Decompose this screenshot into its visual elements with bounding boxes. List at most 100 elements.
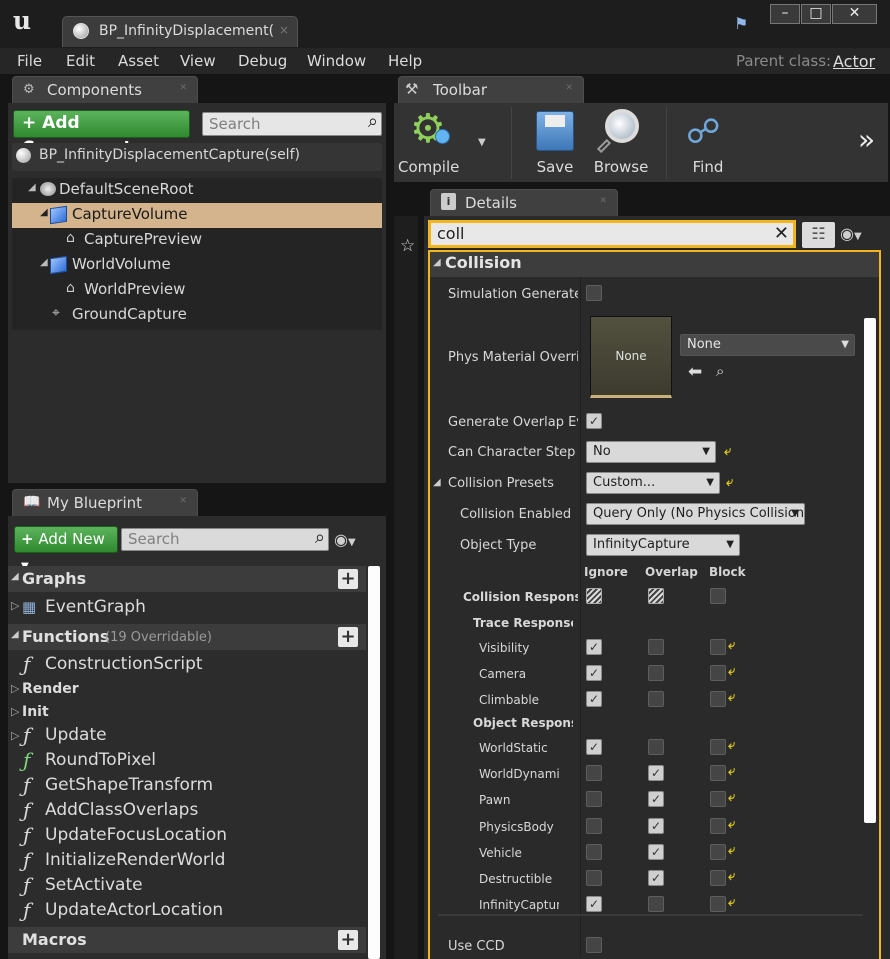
- compile-options-chevron-icon[interactable]: ▼: [478, 137, 486, 148]
- document-tab-close-icon[interactable]: ×: [279, 23, 289, 37]
- response-block-checkbox[interactable]: [710, 639, 726, 655]
- response-overlap-checkbox[interactable]: ✓: [648, 843, 664, 860]
- response-ignore-checkbox[interactable]: ✓: [586, 896, 602, 913]
- add-new-button[interactable]: + Add New ▼: [14, 526, 118, 572]
- blueprint-scrollbar[interactable]: [368, 566, 380, 959]
- response-block-checkbox[interactable]: [710, 843, 726, 860]
- tree-item-capturepreview[interactable]: ⌂ CapturePreview: [12, 228, 382, 253]
- response-ignore-checkbox[interactable]: [586, 765, 602, 782]
- tab-details[interactable]: i Details ✕: [430, 189, 618, 217]
- function-item[interactable]: ƒ ConstructionScript: [8, 652, 366, 677]
- minimize-button[interactable]: –: [770, 4, 800, 24]
- response-block-checkbox[interactable]: [710, 691, 726, 707]
- reset-to-default-icon[interactable]: ⤶: [728, 690, 735, 705]
- tree-item-worldpreview[interactable]: ⌂ WorldPreview: [12, 278, 382, 303]
- parent-class-link[interactable]: Actor: [833, 52, 875, 71]
- self-row[interactable]: BP_InfinityDisplacementCapture(self): [12, 143, 382, 171]
- reset-to-default-icon[interactable]: ⤶: [728, 664, 735, 679]
- function-item[interactable]: ƒ AddClassOverlaps: [8, 798, 366, 823]
- reset-to-default-icon[interactable]: ⤶: [728, 817, 735, 832]
- response-ignore-checkbox[interactable]: ✓: [586, 639, 602, 655]
- response-block-checkbox[interactable]: [710, 896, 726, 913]
- function-item[interactable]: ƒ SetActivate: [8, 873, 366, 898]
- tab-components[interactable]: ⚙ Components ✕: [12, 76, 198, 104]
- add-function-button[interactable]: +: [338, 627, 358, 647]
- response-block-checkbox[interactable]: [710, 870, 726, 886]
- expand-arrow-icon[interactable]: ◢: [28, 182, 36, 193]
- reset-to-default-icon[interactable]: ⤶: [728, 738, 735, 753]
- response-overlap-checkbox[interactable]: ✓: [648, 870, 664, 886]
- add-component-button[interactable]: + Add Component ▼: [13, 110, 190, 158]
- response-block-checkbox[interactable]: [710, 817, 726, 834]
- reset-to-default-icon[interactable]: ⤶: [728, 790, 735, 805]
- response-block-checkbox[interactable]: [710, 665, 726, 681]
- function-item[interactable]: ƒ InitializeRenderWorld: [8, 848, 366, 873]
- collapsed-arrow-icon[interactable]: ▷: [11, 705, 19, 718]
- reset-to-default-icon[interactable]: ⤶: [728, 764, 735, 779]
- menu-asset[interactable]: Asset: [118, 52, 159, 70]
- tab-my-blueprint[interactable]: 📖 My Blueprint ✕: [12, 489, 198, 517]
- reset-to-default-icon[interactable]: ⤶: [728, 843, 735, 858]
- overlap-all-checkbox[interactable]: [648, 588, 664, 604]
- close-button[interactable]: ✕: [832, 4, 877, 24]
- browse-search-icon[interactable]: ⌕: [716, 362, 724, 380]
- add-graph-button[interactable]: +: [338, 569, 358, 589]
- object-type-combo[interactable]: InfinityCapture ▼: [586, 534, 740, 556]
- generate-overlap-events-checkbox[interactable]: ✓: [586, 413, 602, 429]
- macros-header[interactable]: Macros +: [8, 927, 366, 953]
- can-step-up-combo[interactable]: No ▼: [586, 441, 716, 463]
- search-icon[interactable]: ⌕: [368, 111, 378, 133]
- collapsed-arrow-icon[interactable]: ▷: [11, 729, 19, 742]
- expand-arrow-icon[interactable]: ◢: [433, 257, 441, 268]
- menu-view[interactable]: View: [180, 52, 216, 70]
- tree-item-groundcapture[interactable]: ⌖ GroundCapture: [12, 303, 382, 328]
- expand-arrow-icon[interactable]: ◢: [11, 629, 19, 640]
- toolbar-overflow-icon[interactable]: »: [858, 123, 875, 156]
- expand-arrow-icon[interactable]: ◢: [40, 257, 48, 268]
- column-splitter[interactable]: [580, 277, 581, 957]
- compile-button[interactable]: ⚙ Compile ▼: [398, 107, 488, 179]
- save-button[interactable]: Save: [528, 107, 582, 179]
- collapsed-arrow-icon[interactable]: ▷: [11, 682, 19, 695]
- star-icon[interactable]: ☆: [400, 236, 415, 256]
- add-macro-button[interactable]: +: [338, 930, 358, 950]
- response-ignore-checkbox[interactable]: [586, 817, 602, 834]
- response-block-checkbox[interactable]: [710, 791, 726, 808]
- menu-edit[interactable]: Edit: [66, 52, 95, 70]
- tree-item-worldvolume[interactable]: ◢ WorldVolume: [12, 253, 382, 278]
- reset-to-default-icon[interactable]: ⤶: [726, 475, 733, 490]
- toolbar-tab-close-icon[interactable]: ✕: [565, 83, 573, 93]
- clear-search-icon[interactable]: ✕: [774, 223, 789, 245]
- graduation-cap-icon[interactable]: ⚑: [734, 14, 748, 33]
- reset-to-default-icon[interactable]: ⤶: [724, 444, 731, 459]
- components-search-input[interactable]: Search ⌕: [202, 111, 382, 136]
- response-overlap-checkbox[interactable]: [648, 691, 664, 707]
- graph-item-eventgraph[interactable]: ▷ ▦ EventGraph: [8, 595, 366, 620]
- response-block-checkbox[interactable]: [710, 739, 726, 755]
- menu-debug[interactable]: Debug: [238, 52, 287, 70]
- block-all-checkbox[interactable]: [710, 588, 726, 604]
- phys-material-thumbnail[interactable]: None: [590, 316, 672, 398]
- reset-to-default-icon[interactable]: ⤶: [728, 869, 735, 884]
- response-overlap-checkbox[interactable]: [648, 739, 664, 755]
- reset-to-default-icon[interactable]: ⤶: [728, 638, 735, 653]
- use-ccd-checkbox[interactable]: [586, 937, 602, 953]
- phys-material-combo[interactable]: None ▼: [680, 334, 855, 356]
- collision-category-header[interactable]: ◢ Collision: [430, 252, 879, 277]
- sim-generates-hit-checkbox[interactable]: [586, 285, 602, 301]
- my-blueprint-tab-close-icon[interactable]: ✕: [179, 496, 187, 506]
- tree-item-defaultsceneroot[interactable]: ◢ DefaultSceneRoot: [12, 178, 382, 203]
- menu-window[interactable]: Window: [307, 52, 366, 70]
- response-block-checkbox[interactable]: [710, 765, 726, 782]
- expand-arrow-icon[interactable]: ◢: [40, 207, 48, 218]
- function-item[interactable]: ƒ UpdateActorLocation: [8, 898, 366, 923]
- tab-toolbar[interactable]: ⚒ Toolbar ✕: [398, 76, 584, 104]
- response-overlap-checkbox[interactable]: ✓: [648, 765, 664, 782]
- collision-enabled-combo[interactable]: Query Only (No Physics Collision) ▼: [586, 503, 805, 525]
- tree-item-capturevolume[interactable]: ◢ CaptureVolume: [12, 203, 382, 228]
- collision-presets-combo[interactable]: Custom... ▼: [586, 472, 720, 494]
- function-category[interactable]: ▷ Render: [8, 678, 366, 703]
- response-overlap-checkbox[interactable]: [648, 639, 664, 655]
- function-item[interactable]: ƒ GetShapeTransform: [8, 773, 366, 798]
- browse-button[interactable]: Browse: [591, 107, 651, 179]
